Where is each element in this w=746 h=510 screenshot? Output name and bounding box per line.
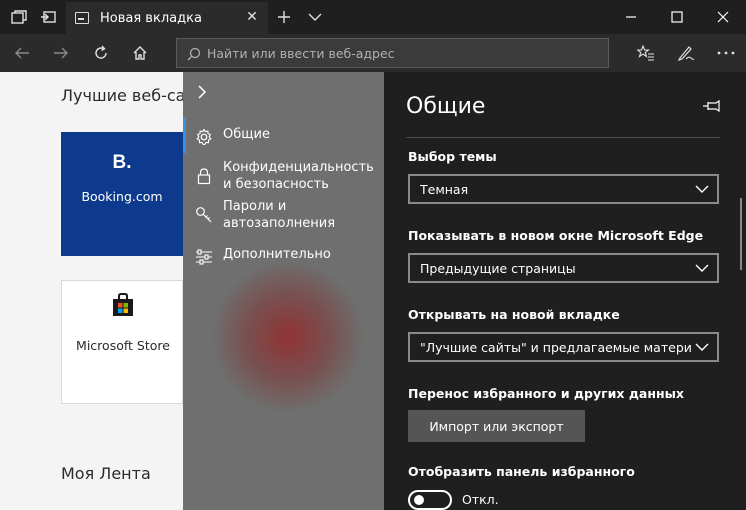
scrollbar[interactable] [740,198,742,270]
maximize-icon[interactable] [654,0,700,34]
address-placeholder: Найти или ввести веб-адрес [207,45,395,61]
feed-heading: Моя Лента [61,464,151,483]
settings-nav-label: Конфиденциальность и безопасность [223,160,374,192]
settings-nav-pane: Общие Конфиденциальность и безопасность … [183,72,384,510]
tab-title: Новая вкладка [100,10,202,26]
title-bar: Новая вкладка ✕ [0,0,746,34]
new-tab-icon[interactable] [274,8,294,26]
pin-icon[interactable] [702,98,722,114]
divider [406,137,720,138]
panel-title: Общие [406,94,486,119]
back-icon[interactable] [8,40,36,66]
new-window-label: Показывать в новом окне Microsoft Edge [408,228,704,243]
transfer-label: Перенос избранного и других данных [408,386,684,401]
settings-nav-item-general[interactable]: Общие [183,126,384,148]
theme-select[interactable]: Темная [408,174,719,204]
toggle-knob [414,495,424,505]
close-tab-icon[interactable]: ✕ [244,9,260,25]
tile-label: Booking.com [81,189,163,204]
new-tab-label: Открывать на новой вкладке [408,307,620,322]
more-icon[interactable] [712,40,740,66]
settings-nav-label: Пароли и автозаполнения [223,199,336,231]
refresh-icon[interactable] [87,40,115,66]
top-site-tile-microsoft-store[interactable]: Microsoft Store [61,280,183,404]
minimize-icon[interactable] [608,0,654,34]
import-export-button[interactable]: Импорт или экспорт [408,410,585,442]
search-icon [187,47,201,61]
new-window-select[interactable]: Предыдущие страницы [408,253,719,283]
browser-window: Новая вкладка ✕ Найти или ввести веб-адр… [0,0,746,510]
chevron-down-icon [695,185,709,193]
booking-logo: B. [112,152,132,173]
address-bar[interactable]: Найти или ввести веб-адрес [176,38,609,68]
key-icon [196,207,212,223]
settings-nav-item-passwords[interactable]: Пароли и автозаполнения [183,198,384,232]
settings-nav-label: Дополнительно [223,247,331,262]
acrylic-blur [213,262,363,412]
top-site-tile-booking[interactable]: B. Booking.com [61,132,183,256]
tab-favicon-icon [75,12,89,24]
settings-nav-label: Общие [223,127,270,142]
settings-panel: Общие Выбор темы Темная Показывать в нов… [384,72,746,510]
notes-icon[interactable] [672,40,700,66]
tabs-aside-icon[interactable] [38,8,58,26]
select-value: Темная [420,181,469,197]
select-value: Предыдущие страницы [420,260,576,276]
store-bag-icon [113,293,133,316]
forward-icon[interactable] [47,40,75,66]
new-tab-select[interactable]: "Лучшие сайты" и предлагаемые материалы [408,332,719,362]
navigation-bar: Найти или ввести веб-адрес [0,34,746,72]
settings-nav-item-privacy[interactable]: Конфиденциальность и безопасность [183,159,384,193]
lock-icon [197,168,211,185]
chevron-right-icon[interactable] [197,84,207,105]
chevron-down-icon [695,343,709,351]
home-icon[interactable] [126,40,154,66]
tab-manager-icon[interactable] [9,8,29,26]
favorites-icon[interactable] [632,40,660,66]
favorites-bar-label: Отобразить панель избранного [408,464,635,479]
settings-nav-item-advanced[interactable]: Дополнительно [183,246,384,268]
top-sites-heading: Лучшие веб-са [61,86,186,105]
tile-label: Microsoft Store [76,338,170,353]
gear-icon [196,128,212,146]
chevron-down-icon [695,264,709,272]
favorites-bar-toggle[interactable] [408,490,452,510]
theme-label: Выбор темы [408,149,497,164]
close-window-icon[interactable] [700,0,746,34]
tab-preview-icon[interactable] [305,8,325,26]
tab-new-tab[interactable]: Новая вкладка ✕ [66,2,268,34]
sliders-icon [196,249,212,265]
select-value: "Лучшие сайты" и предлагаемые материалы [420,339,692,355]
toggle-state: Откл. [462,492,499,507]
